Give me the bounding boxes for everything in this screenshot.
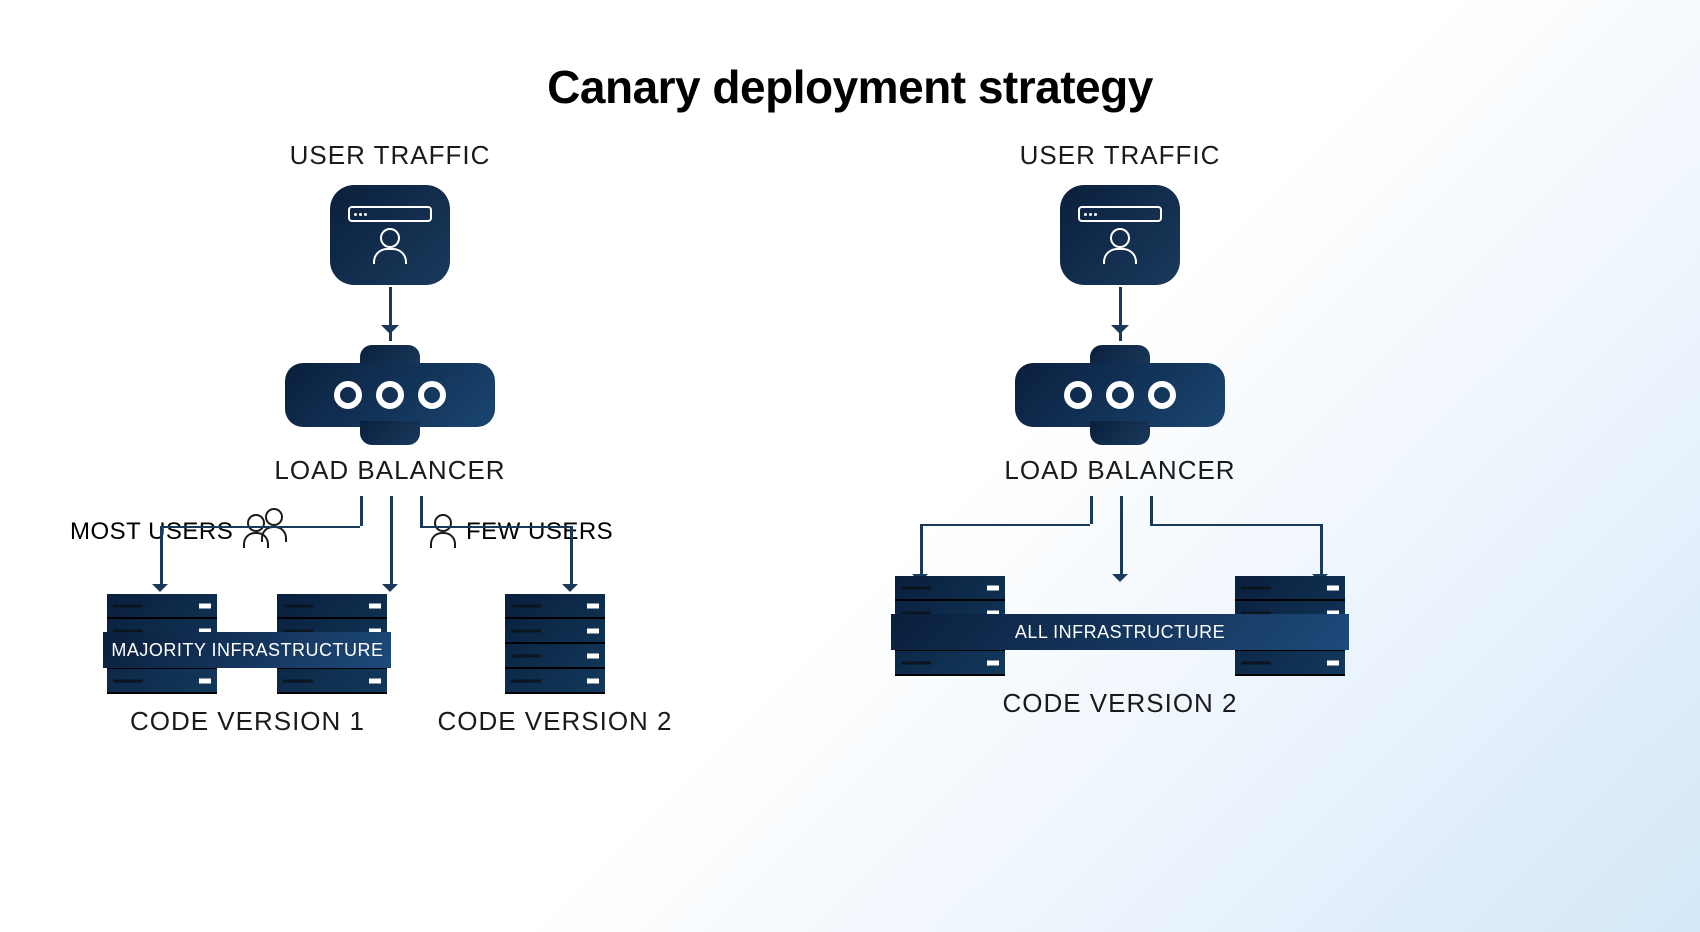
majority-infra-banner: MAJORITY INFRASTRUCTURE bbox=[103, 632, 391, 668]
all-infra-banner: ALL INFRASTRUCTURE bbox=[891, 614, 1349, 650]
phase-full: USER TRAFFIC LOAD BALANCER ALL INFRASTRU… bbox=[820, 140, 1420, 719]
users-icon bbox=[243, 514, 289, 550]
load-balancer-icon bbox=[285, 345, 495, 445]
user-traffic-label: USER TRAFFIC bbox=[290, 140, 491, 171]
diagram-title: Canary deployment strategy bbox=[547, 60, 1153, 114]
most-users-label: MOST USERS bbox=[70, 514, 289, 550]
traffic-split-full bbox=[820, 496, 1420, 576]
server-icon bbox=[505, 594, 605, 694]
phase-canary: USER TRAFFIC LOAD BALANCER MOST USERS FE… bbox=[90, 140, 690, 737]
load-balancer-label: LOAD BALANCER bbox=[274, 455, 505, 486]
user-traffic-label: USER TRAFFIC bbox=[1020, 140, 1221, 171]
all-infra-group: ALL INFRASTRUCTURE CODE VERSION 2 bbox=[895, 576, 1345, 719]
arrow-down-icon bbox=[389, 287, 392, 341]
code-v1-label: CODE VERSION 1 bbox=[130, 706, 365, 737]
code-v2-label: CODE VERSION 2 bbox=[437, 706, 672, 737]
browser-user-icon bbox=[1060, 185, 1180, 285]
user-icon bbox=[430, 514, 456, 550]
browser-user-icon bbox=[330, 185, 450, 285]
traffic-split: MOST USERS FEW USERS bbox=[90, 496, 690, 586]
load-balancer-label: LOAD BALANCER bbox=[1004, 455, 1235, 486]
canary-group: CODE VERSION 2 bbox=[437, 594, 672, 737]
arrow-down-icon bbox=[1119, 287, 1122, 341]
load-balancer-icon bbox=[1015, 345, 1225, 445]
few-users-label: FEW USERS bbox=[430, 514, 613, 550]
majority-group: MAJORITY INFRASTRUCTURE CODE VERSION 1 bbox=[107, 594, 387, 737]
code-v2-label: CODE VERSION 2 bbox=[1002, 688, 1237, 719]
